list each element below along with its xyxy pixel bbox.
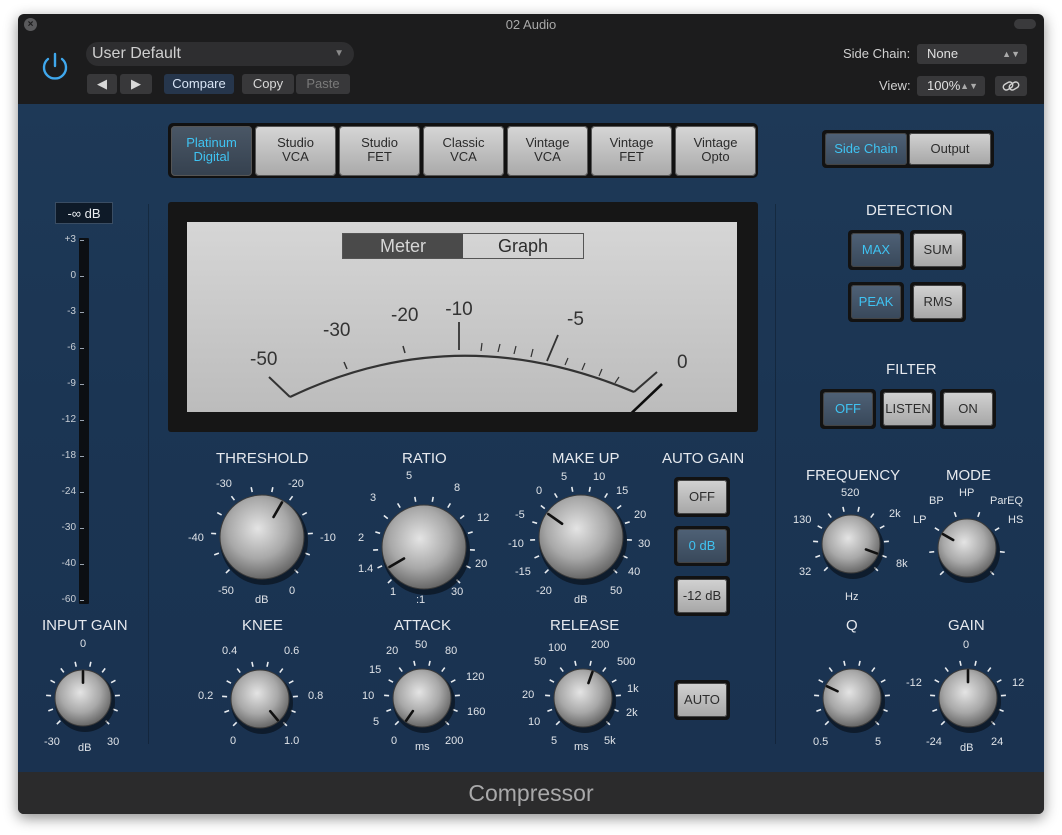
make-up-knob[interactable] — [530, 486, 632, 585]
knobs-layer — [46, 486, 1006, 734]
knee-knob[interactable] — [222, 661, 298, 734]
frequency-knob[interactable] — [813, 506, 889, 579]
release-knob[interactable] — [545, 660, 621, 733]
q-knob[interactable] — [814, 660, 890, 733]
ratio-knob[interactable] — [373, 496, 475, 595]
gain-knob[interactable] — [930, 660, 1006, 733]
threshold-knob[interactable] — [211, 486, 313, 585]
attack-knob[interactable] — [384, 660, 460, 733]
plugin-window: 02 Audio × User Default ▼ ◀ ▶ Compare Co… — [18, 14, 1044, 814]
mode-knob[interactable] — [929, 511, 1005, 583]
input-gain-knob[interactable] — [46, 661, 120, 732]
plugin-name: Compressor — [18, 772, 1044, 814]
